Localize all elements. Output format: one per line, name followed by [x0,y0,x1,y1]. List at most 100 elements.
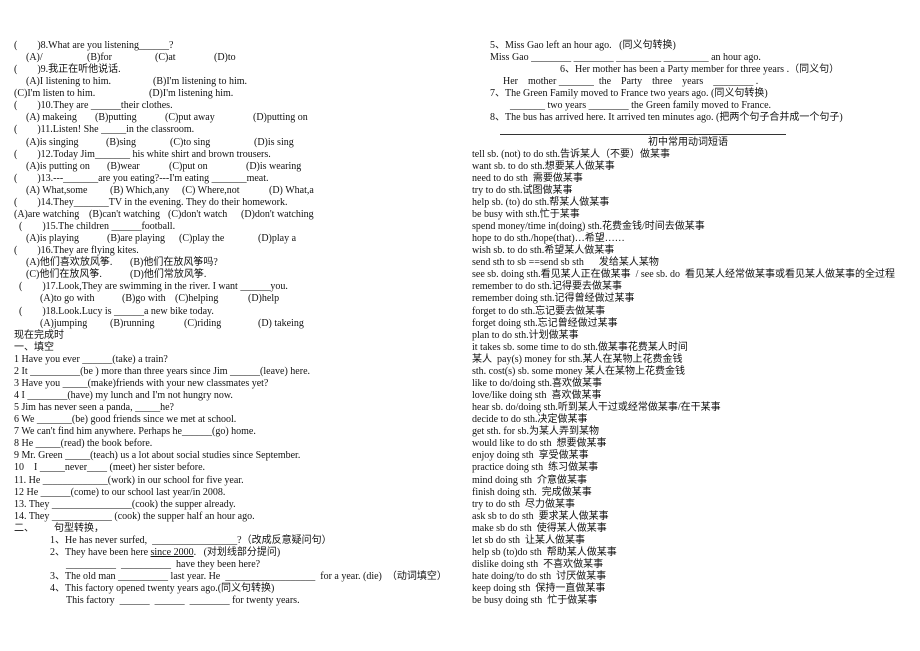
phrase-item: want sb. to do sth.想要某人做某事 [472,160,615,172]
transform-item: 5、Miss Gao left an hour ago. (同义句转换) [490,40,676,51]
answer-option: (B)putting [95,112,137,124]
answer-option: (B)sing [106,136,136,148]
phrase-item: forget doing sth.忘记曾经做过某事 [472,317,618,329]
answer-option: (C)riding [184,317,222,329]
answer-option: (C)play the [179,233,225,245]
transform-item: 1、He has never surfed, _________________… [50,534,332,546]
phrase-item: love/like doing sth 喜欢做某事 [472,390,602,402]
text: 2、They have been here [50,546,151,558]
answer-option: (A)I listening to him. [26,76,111,88]
fill-blank-item: 3 Have you _____(make)friends with your … [14,377,269,389]
phrase-item: be busy with sth.忙于某事 [472,208,580,220]
fill-blank-item: 1 Have you ever ______(take) a train? [14,353,168,365]
answer-option: (A)is singing [26,136,79,148]
section-heading: 一、填空 [14,341,54,353]
phrase-item: remember to do sth.记得要去做某事 [472,281,622,293]
fill-blank-item: 6 We _______(be) good friends since we m… [14,414,237,426]
answer-option: (C)at [155,52,176,64]
answer-option: (D) What,a [269,184,314,196]
answer-option: (A) What,some [26,184,88,196]
transform-item: 2、They have been here since 2000. (对划线部分… [50,547,280,559]
answer-option: (A)is putting on [26,160,90,172]
phrase-item: hope to do sth./hope(that)…希望…… [472,233,625,245]
fill-blank-item: 10 I _____never____ (meet) her sister be… [14,462,206,474]
fill-blank-item: 2 It __________(be ) more than three yea… [14,365,311,377]
phrase-item: 某人 pay(s) money for sth.某人在某物上花费金钱 [472,353,683,365]
phrase-item: sth. cost(s) sb. some money 某人在某物上花费金钱 [472,365,686,377]
answer-option: (D) takeing [258,317,304,329]
answer-option: (C)他们在放风筝. [26,269,102,281]
question-stem: ( )14.They_______TV in the evening. They… [14,196,288,208]
fill-blank-item: 5 Jim has never seen a panda, _____he? [14,402,174,414]
phrase-item: be busy doing sth 忙于做某事 [472,595,598,607]
answer-option: (C)helping [175,293,219,305]
answer-option: (C)don't watch [168,208,228,220]
fill-blank-item: 4 I ________(have) my lunch and I'm not … [14,390,233,402]
phrase-item: finish doing sth. 完成做某事 [472,486,592,498]
phrase-item: help sb (to)do sth 帮助某人做某事 [472,546,617,558]
answer-option: (A)is playing [26,233,80,245]
phrase-item: forget to do sth.忘记要去做某事 [472,305,606,317]
phrase-item: dislike doing sth 不喜欢做某事 [472,559,604,570]
phrase-item: need to do sth 需要做某事 [472,172,583,184]
transform-item: 6、Her mother has been a Party member for… [560,64,840,76]
answer-blank: Her mother _______ the Party three years… [503,76,759,88]
answer-option: (A)to go with [40,293,95,305]
question-stem: ( )18.Look.Lucy is ______a new bike toda… [14,305,214,317]
answer-option: (C)put away [165,112,215,124]
answer-option: (B)go with [122,293,166,305]
transform-item: 4、This factory opened twenty years ago.(… [50,583,275,595]
answer-blank: _______ two years ________ the Green fam… [510,100,772,112]
phrase-item: practice doing sth 练习做某事 [472,462,599,474]
fill-blank-item: 14. They ____________ (cook) the supper … [14,510,255,522]
phrase-item: hate doing/to do sth 讨厌做某事 [472,571,607,583]
question-stem: ( )11.Listen! She _____in the classroom. [14,124,195,136]
text: . (对划线部分提问) [193,546,281,558]
answer-option: (C)I'm listen to him. [14,88,96,100]
answer-option: (D)putting on [253,112,308,124]
answer-option: (B)I'm listening to him. [153,76,248,88]
phrase-item: hear sb. do/doing sth.听到某人干过或经常做某事/在干某事 [472,402,721,414]
answer-option: (D)help [248,293,280,305]
question-stem: ( )10.They are ______their clothes. [14,100,173,112]
phrase-item: tell sb. (not) to do sth.告诉某人（不要）做某事 [472,148,671,160]
answer-blank: This factory ______ ______ ________ for … [66,595,300,607]
transform-item: 8、The bus has arrived here. It arrived t… [490,112,843,124]
answer-option: (B) Which,any [110,184,170,196]
transform-item: 3、The old man __________ last year. He _… [50,571,447,583]
answer-option: (D)I'm listening him. [149,88,234,100]
answer-option: (D)is sing [254,136,294,148]
phrase-item: spend money/time in(doing) sth.花费金钱/时间去做… [472,221,705,233]
answer-blank: Miss Gao ________ ________ _________ ___… [490,52,761,64]
answer-blank: __________ __________ have they been her… [66,559,261,570]
question-stem: ( )12.Today Jim_______ his white shirt a… [14,148,271,160]
phrase-item: send sth to sb ==send sb sth 发给某人某物 [472,257,659,269]
phrase-item: wish sb. to do sth.希望某人做某事 [472,245,615,257]
fill-blank-item: 8 He _____(read) the book before. [14,438,153,450]
answer-option: (A)他们喜欢放风筝. [26,257,113,269]
phrase-item: see sb. doing sth.看见某人正在做某事 / see sb. do… [472,269,896,281]
fill-blank-item: 7 We can't find him anywhere. Perhaps he… [14,426,256,438]
phrase-item: remember doing sth.记得曾经做过某事 [472,293,635,305]
question-stem: ( )8.What are you listening______? [14,40,174,51]
answer-option: (B)wear [107,160,140,172]
answer-option: (C)put on [169,160,208,172]
phrase-item: help sb. (to) do sth.帮某人做某事 [472,196,610,208]
answer-option: (A)/ [26,52,43,64]
phrase-item: ask sb to do sth 要求某人做某事 [472,510,609,522]
transform-item: 7、The Green Family moved to France two y… [490,88,768,100]
answer-option: (C) Where,not [182,184,240,196]
question-stem: ( )13.---_______are you eating?---I'm ea… [14,172,269,184]
phrase-item: like to do/doing sth.喜欢做某事 [472,377,602,389]
question-stem: ( )17.Look,They are swimming in the rive… [14,281,288,293]
phrase-item: would like to do sth 想要做某事 [472,438,607,450]
answer-option: (B)他们在放风筝吗? [130,257,218,269]
fill-blank-item: 12 He ______(come) to our school last ye… [14,486,226,498]
answer-option: (A)are watching [14,208,80,220]
answer-option: (D)is wearing [246,160,302,172]
answer-option: (D)play a [258,233,297,245]
phrase-item: keep doing sth 保持一直做某事 [472,583,606,595]
phrase-item: let sb do sth 让某人做某事 [472,534,586,546]
section-title: 现在完成时 [14,329,64,341]
phrase-item: get sth. for sb.为某人弄到某物 [472,426,599,438]
